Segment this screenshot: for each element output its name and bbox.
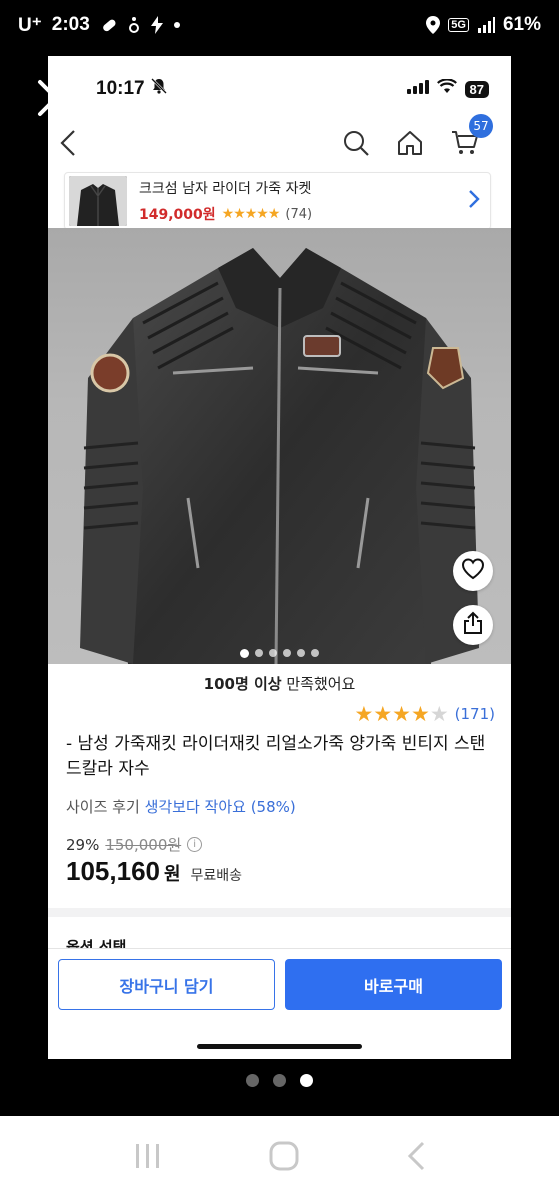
- product-title: - 남성 가죽재킷 라이더재킷 리얼소가죽 양가죽 빈티지 스탠드칼라 자수: [66, 734, 486, 779]
- device-time: 2:03: [51, 14, 90, 35]
- home-button-icon[interactable]: [268, 1140, 300, 1176]
- mini-product-card[interactable]: 크크섬 남자 라이더 가죽 자켓 149,000원 ★★★★★ (74): [64, 172, 491, 230]
- cart-button[interactable]: 57: [451, 114, 493, 160]
- network-label: 5G: [448, 18, 469, 32]
- mini-product-price: 149,000원: [139, 207, 216, 223]
- signal-icon: [477, 17, 495, 33]
- back-chevron-icon[interactable]: [60, 129, 76, 161]
- rating-stars-filled: ★★★★: [354, 702, 430, 726]
- chevron-right-icon: [468, 189, 480, 213]
- final-price: 105,160: [66, 856, 160, 886]
- device-status-bar: U⁺ 2:03 5G 61%: [0, 0, 559, 50]
- viewer-page-dot: [273, 1074, 286, 1087]
- inner-status-bar: 10:17 87: [48, 56, 511, 122]
- viewer-page-dot: [300, 1074, 313, 1087]
- original-price: 150,000원: [105, 836, 182, 854]
- cell-signal-icon: [406, 79, 429, 99]
- carousel-dot: [311, 649, 319, 657]
- buy-now-button[interactable]: 바로구매: [285, 959, 502, 1010]
- add-to-cart-button[interactable]: 장바구니 담기: [58, 959, 275, 1010]
- mute-bell-icon: [150, 78, 167, 100]
- carousel-dot: [255, 649, 263, 657]
- heart-icon: [461, 558, 485, 584]
- share-button[interactable]: [453, 605, 493, 645]
- rating-summary[interactable]: ★★★★ ★ (171): [355, 702, 495, 726]
- top-nav: 57: [48, 114, 511, 168]
- price-row: 105,160 원 무료배송: [66, 856, 242, 887]
- section-divider: [48, 908, 511, 917]
- mini-product-thumbnail: [69, 176, 127, 226]
- size-review[interactable]: 사이즈 후기 생각보다 작아요 (58%): [66, 796, 296, 817]
- currency-label: 원: [163, 864, 181, 885]
- accessibility-icon: [128, 16, 140, 34]
- carousel-dot: [297, 649, 305, 657]
- viewer-page-dots: [0, 1074, 559, 1087]
- cart-icon: [451, 131, 479, 160]
- wifi-icon: [436, 78, 457, 99]
- options-heading[interactable]: 옵션 선택: [66, 936, 126, 948]
- home-icon[interactable]: [397, 130, 423, 160]
- search-icon[interactable]: [343, 130, 369, 160]
- discount-rate: 29%: [66, 835, 100, 854]
- info-icon[interactable]: i: [187, 837, 203, 852]
- product-image-carousel[interactable]: [48, 228, 511, 664]
- mini-product-stars: ★★★★★: [221, 206, 281, 222]
- carousel-dot: [240, 649, 249, 658]
- cart-count-badge: 57: [469, 114, 493, 138]
- discount-row: 29% 150,000원 i: [66, 834, 203, 855]
- wishlist-button[interactable]: [453, 551, 493, 591]
- notification-dot-icon: [173, 22, 180, 28]
- android-nav-bar: [0, 1116, 559, 1200]
- rating-stars-empty: ★: [429, 702, 449, 726]
- viewer-page-dot: [246, 1074, 259, 1087]
- mini-product-title: 크크섬 남자 라이더 가죽 자켓: [139, 181, 312, 197]
- inner-time: 10:17: [96, 78, 145, 99]
- mini-product-review-count: (74): [285, 206, 313, 222]
- rating-count: (171): [454, 705, 495, 723]
- carrier-label: U⁺: [18, 14, 42, 36]
- carousel-dots: [48, 649, 511, 658]
- leather-jacket-image: [80, 248, 479, 664]
- share-icon: [462, 611, 484, 639]
- charging-bolt-icon: [150, 16, 164, 34]
- home-indicator[interactable]: [197, 1044, 362, 1049]
- satisfaction-text: 100명 이상 만족했어요: [48, 673, 511, 694]
- satisfaction-count: 100명 이상: [203, 675, 282, 693]
- screenshot-frame: 10:17 87 57 크크섬 남자 라이더 가죽 자켓 149,000원 ★★…: [48, 56, 511, 1059]
- satisfaction-rest: 만족했어요: [281, 675, 356, 693]
- size-review-value: 생각보다 작아요 (58%): [144, 798, 296, 816]
- purchase-bar: 장바구니 담기 바로구매: [48, 948, 511, 1059]
- carousel-dot: [269, 649, 277, 657]
- shipping-label: 무료배송: [190, 868, 243, 884]
- location-icon: [426, 16, 441, 34]
- size-review-label: 사이즈 후기: [66, 798, 140, 816]
- carousel-dot: [283, 649, 291, 657]
- back-icon[interactable]: [406, 1141, 426, 1175]
- inner-battery: 87: [464, 80, 489, 98]
- pill-icon: [100, 16, 118, 34]
- device-battery: 61%: [502, 14, 541, 35]
- recent-apps-icon[interactable]: [133, 1142, 163, 1174]
